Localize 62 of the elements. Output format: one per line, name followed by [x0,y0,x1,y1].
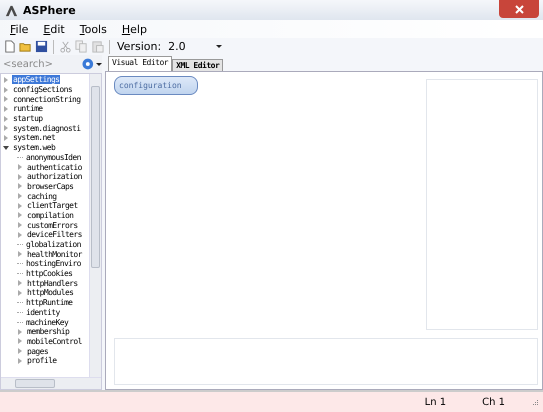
collapse-icon[interactable] [3,146,9,150]
expand-icon[interactable] [4,134,8,141]
tree-item[interactable]: compilation [26,210,74,220]
menu-item[interactable]: Edit [43,22,65,36]
tree-item[interactable]: system.web [12,143,56,152]
tree-item[interactable]: configSections [12,85,74,94]
tree-item[interactable]: machineKey [25,318,70,327]
tree-item[interactable]: identity [25,308,61,317]
expand-icon[interactable] [4,96,8,102]
tree-item[interactable]: clientTarget [26,201,79,210]
tree-item[interactable]: pages [26,346,50,356]
tree-item[interactable]: customErrors [26,220,79,230]
help-icon[interactable] [82,58,94,70]
scrollbar[interactable] [1,377,101,389]
window-title: ASPhere [23,4,77,16]
expand-icon[interactable] [4,125,8,132]
tree-item[interactable]: profile [26,356,58,366]
expand-icon[interactable] [4,116,8,122]
tree-item[interactable]: authenticatio [26,162,83,172]
tree-item[interactable]: system.diagnosti [12,124,82,133]
tree-item[interactable]: connectionString [12,94,82,104]
tree-item[interactable]: anonymousIden [25,152,82,162]
save-icon[interactable] [35,40,48,53]
tree-item[interactable]: runtime [12,104,44,114]
caret-icon [216,45,222,48]
close-button[interactable] [499,0,539,18]
tree-item[interactable]: hostingEnviro [25,259,82,268]
tree-item[interactable]: healthMonitor [26,250,83,259]
paste-icon[interactable] [91,40,104,53]
tree-item[interactable]: globalization [25,240,82,250]
menu-item[interactable]: Help [122,22,147,36]
tree-item[interactable]: httpCookies [25,269,74,278]
expand-icon[interactable] [4,86,8,93]
expand-icon[interactable] [4,76,8,83]
menu-item[interactable]: Tools [80,22,107,36]
tab[interactable]: Visual Editor [108,56,172,71]
tree-item[interactable]: httpRuntime [25,298,74,308]
tree-item[interactable]: caching [26,192,58,201]
tree-item[interactable]: httpModules [26,288,74,298]
tree-item[interactable]: membership [26,327,70,336]
tree-item[interactable]: startup [12,114,44,124]
line-indicator: Ln 1 [424,396,446,408]
close-icon [514,4,524,14]
tree-item[interactable]: mobileControl [26,336,83,346]
column-indicator: Ch 1 [482,396,505,408]
tree-item[interactable]: authorization [26,172,83,182]
expand-icon[interactable] [4,106,8,112]
tree-item[interactable]: system.net [12,133,56,142]
menu-item[interactable]: File [10,22,28,36]
scissors-icon[interactable] [59,40,72,53]
expand-icon[interactable] [18,251,22,258]
tree-item[interactable]: appSettings [12,75,60,84]
copy-icon[interactable] [75,40,88,53]
tree-item[interactable]: httpHandlers [26,278,79,288]
tree-item[interactable]: deviceFilters [26,230,83,240]
config-node[interactable]: configuration [114,76,198,95]
new-file-icon[interactable] [3,40,16,53]
version-dropdown[interactable]: 2.0 [164,40,248,54]
tree-item[interactable]: browserCaps [26,182,74,191]
scrollbar[interactable] [89,74,101,377]
tab[interactable]: XML Editor [172,59,224,71]
version-label: Version: [117,40,162,53]
